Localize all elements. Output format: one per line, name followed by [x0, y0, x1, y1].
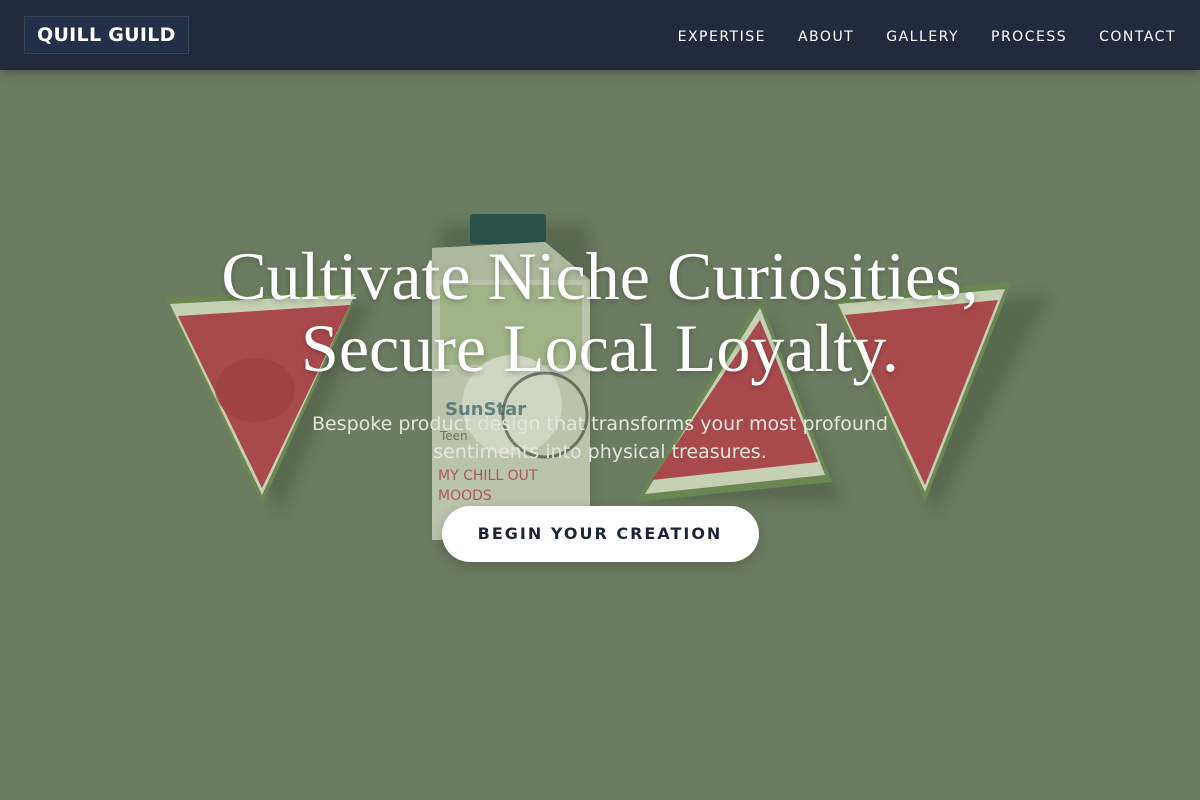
hero-section: SunStar Teen MY CHILL OUT MOODS Cultivat… [0, 70, 1200, 800]
hero-title: Cultivate Niche Curiosities, Secure Loca… [0, 240, 1200, 384]
hero-title-line1: Cultivate Niche Curiosities, [221, 238, 979, 314]
nav-links: EXPERTISE ABOUT GALLERY PROCESS CONTACT [678, 26, 1176, 45]
brand-logo[interactable]: QUILL GUILD [24, 16, 189, 54]
nav-item-process: PROCESS [991, 26, 1067, 45]
nav-item-gallery: GALLERY [886, 26, 959, 45]
hero-content: Cultivate Niche Curiosities, Secure Loca… [0, 240, 1200, 562]
hero-title-line2: Secure Local Loyalty. [301, 310, 899, 386]
nav-link-process[interactable]: PROCESS [991, 29, 1067, 45]
nav-link-about[interactable]: ABOUT [798, 29, 854, 45]
hero-subtitle: Bespoke product design that transforms y… [311, 413, 889, 463]
nav-link-expertise[interactable]: EXPERTISE [678, 29, 766, 45]
begin-creation-button[interactable]: BEGIN YOUR CREATION [441, 506, 759, 562]
navbar: QUILL GUILD EXPERTISE ABOUT GALLERY PROC… [0, 0, 1200, 70]
nav-item-about: ABOUT [798, 26, 854, 45]
nav-link-gallery[interactable]: GALLERY [886, 29, 959, 45]
nav-link-contact[interactable]: CONTACT [1099, 29, 1176, 45]
nav-item-contact: CONTACT [1099, 26, 1176, 45]
nav-item-expertise: EXPERTISE [678, 26, 766, 45]
